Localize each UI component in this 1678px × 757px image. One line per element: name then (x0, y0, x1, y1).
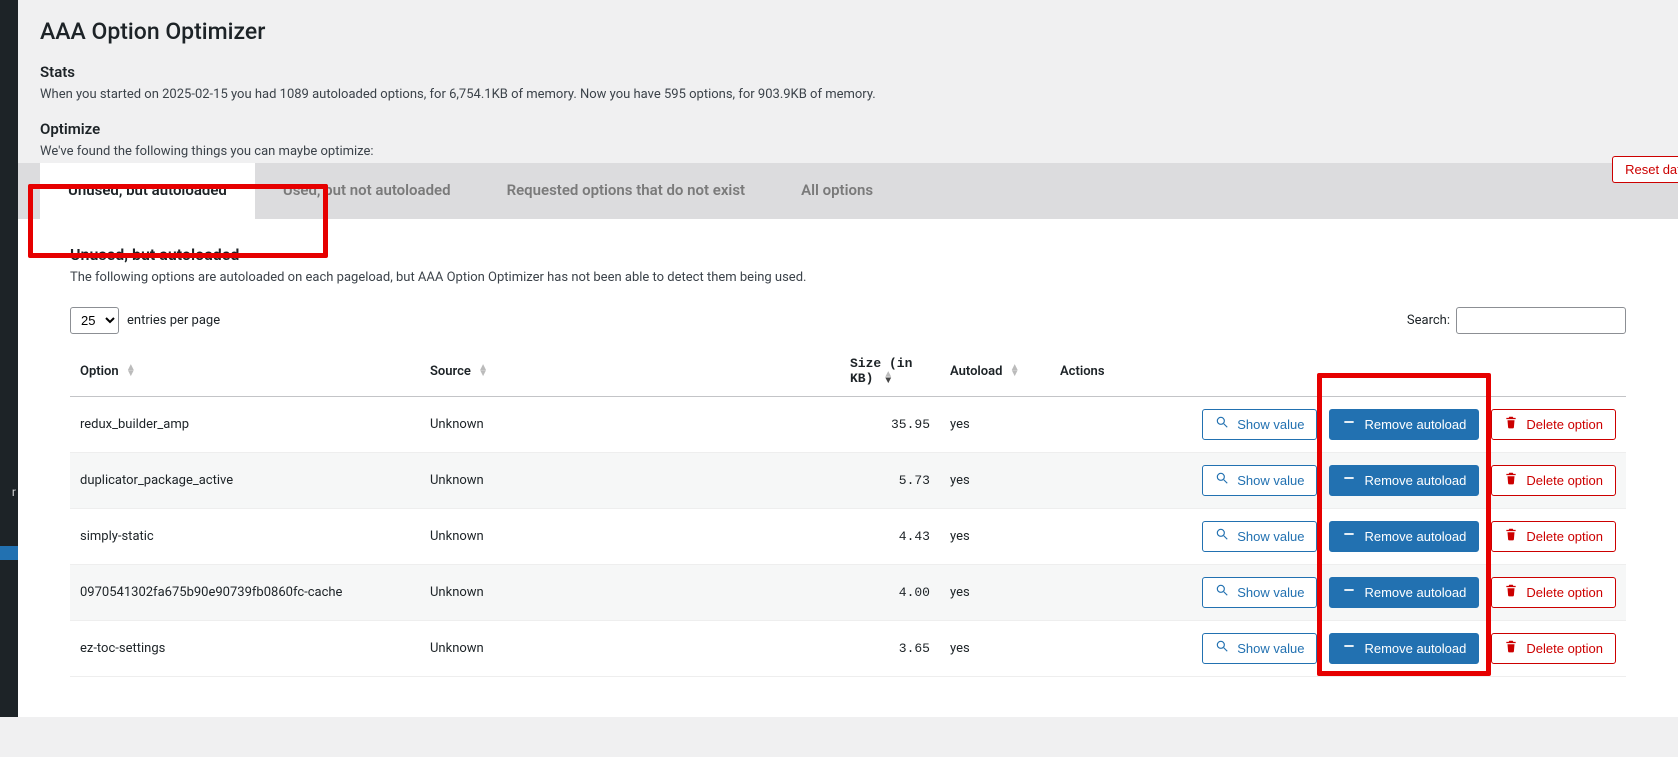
cell-actions: Show value Remove autoload Delete option (1050, 565, 1626, 621)
cell-autoload: yes (940, 397, 1050, 453)
remove-autoload-button[interactable]: Remove autoload (1329, 577, 1479, 608)
column-header-source[interactable]: Source ▲▼ (420, 346, 840, 397)
trash-icon (1504, 583, 1518, 602)
stats-text: When you started on 2025-02-15 you had 1… (40, 87, 1656, 102)
minus-icon (1342, 583, 1356, 602)
column-header-size[interactable]: Size (in KB) ▲▼ (840, 346, 940, 397)
search-icon (1215, 527, 1229, 546)
trash-icon (1504, 639, 1518, 658)
column-header-autoload-label: Autoload (950, 364, 1002, 379)
trash-icon (1504, 471, 1518, 490)
cell-option: duplicator_package_active (70, 453, 420, 509)
search-input[interactable] (1456, 307, 1626, 334)
cell-source: Unknown (420, 621, 840, 677)
remove-autoload-button[interactable]: Remove autoload (1329, 465, 1479, 496)
sort-icon: ▲▼ (885, 373, 891, 385)
table-row: 0970541302fa675b90e90739fb0860fc-cacheUn… (70, 565, 1626, 621)
cell-source: Unknown (420, 397, 840, 453)
cell-actions: Show value Remove autoload Delete option (1050, 453, 1626, 509)
cell-autoload: yes (940, 453, 1050, 509)
show-value-button[interactable]: Show value (1202, 465, 1317, 496)
remove-autoload-button[interactable]: Remove autoload (1329, 409, 1479, 440)
delete-option-button[interactable]: Delete option (1491, 577, 1616, 608)
trash-icon (1504, 415, 1518, 434)
show-value-button[interactable]: Show value (1202, 577, 1317, 608)
cell-actions: Show value Remove autoload Delete option (1050, 621, 1626, 677)
page-title: AAA Option Optimizer (40, 18, 1656, 45)
minus-icon (1342, 471, 1356, 490)
show-value-button[interactable]: Show value (1202, 633, 1317, 664)
cell-autoload: yes (940, 621, 1050, 677)
cell-actions: Show value Remove autoload Delete option (1050, 397, 1626, 453)
cell-source: Unknown (420, 453, 840, 509)
delete-option-button[interactable]: Delete option (1491, 633, 1616, 664)
search-icon (1215, 471, 1229, 490)
reset-data-button[interactable]: Reset data (1612, 156, 1678, 183)
minus-icon (1342, 415, 1356, 434)
sort-icon: ▲▼ (1010, 365, 1020, 377)
column-header-autoload[interactable]: Autoload ▲▼ (940, 346, 1050, 397)
cell-size: 4.00 (840, 565, 940, 621)
entries-per-page-select[interactable]: 25 (70, 307, 119, 334)
cell-option: 0970541302fa675b90e90739fb0860fc-cache (70, 565, 420, 621)
trash-icon (1504, 527, 1518, 546)
optimize-heading: Optimize (40, 120, 1656, 138)
column-header-option-label: Option (80, 364, 119, 379)
cell-size: 5.73 (840, 453, 940, 509)
sort-icon: ▲▼ (126, 365, 136, 377)
column-header-option[interactable]: Option ▲▼ (70, 346, 420, 397)
column-header-actions-label: Actions (1060, 364, 1105, 379)
cell-option: simply-static (70, 509, 420, 565)
tab-1[interactable]: Used, but not autoloaded (255, 163, 479, 219)
stats-heading: Stats (40, 63, 1656, 81)
tab-0[interactable]: Unused, but autoloaded (40, 163, 255, 219)
tab-2[interactable]: Requested options that do not exist (479, 163, 774, 219)
wp-admin-sidebar: r (0, 0, 18, 717)
column-header-source-label: Source (430, 364, 471, 379)
options-table: Option ▲▼ Source ▲▼ Size (in KB) ▲▼ Auto… (70, 346, 1626, 677)
search-icon (1215, 583, 1229, 602)
cell-source: Unknown (420, 509, 840, 565)
optimize-text: We've found the following things you can… (40, 144, 1656, 159)
delete-option-button[interactable]: Delete option (1491, 409, 1616, 440)
tab-3[interactable]: All options (773, 163, 901, 219)
column-header-size-label: Size (in KB) (850, 356, 912, 386)
show-value-button[interactable]: Show value (1202, 409, 1317, 440)
cell-option: ez-toc-settings (70, 621, 420, 677)
minus-icon (1342, 527, 1356, 546)
sort-icon: ▲▼ (478, 365, 488, 377)
table-row: redux_builder_ampUnknown35.95yesShow val… (70, 397, 1626, 453)
cell-autoload: yes (940, 565, 1050, 621)
cell-size: 3.65 (840, 621, 940, 677)
tabs-bar: Unused, but autoloadedUsed, but not auto… (18, 163, 1678, 219)
search-icon (1215, 639, 1229, 658)
table-row: duplicator_package_activeUnknown5.73yesS… (70, 453, 1626, 509)
minus-icon (1342, 639, 1356, 658)
table-row: ez-toc-settingsUnknown3.65yes Show value R… (70, 621, 1626, 677)
cell-source: Unknown (420, 565, 840, 621)
cell-autoload: yes (940, 509, 1050, 565)
remove-autoload-button[interactable]: Remove autoload (1329, 633, 1479, 664)
remove-autoload-button[interactable]: Remove autoload (1329, 521, 1479, 552)
tab-panel: Unused, but autoloaded The following opt… (18, 219, 1678, 717)
entries-per-page-label: entries per page (127, 313, 220, 328)
delete-option-button[interactable]: Delete option (1491, 465, 1616, 496)
panel-desc: The following options are autoloaded on … (70, 270, 1626, 285)
search-icon (1215, 415, 1229, 434)
cell-size: 4.43 (840, 509, 940, 565)
cell-option: redux_builder_amp (70, 397, 420, 453)
search-label: Search: (1407, 313, 1450, 328)
cell-size: 35.95 (840, 397, 940, 453)
column-header-actions: Actions (1050, 346, 1626, 397)
panel-heading: Unused, but autoloaded (70, 245, 1626, 264)
sidebar-stub-char: r (12, 485, 16, 499)
delete-option-button[interactable]: Delete option (1491, 521, 1616, 552)
table-row: simply-staticUnknown4.43yes Show value Rem… (70, 509, 1626, 565)
show-value-button[interactable]: Show value (1202, 521, 1317, 552)
cell-actions: Show value Remove autoload Delete option (1050, 509, 1626, 565)
